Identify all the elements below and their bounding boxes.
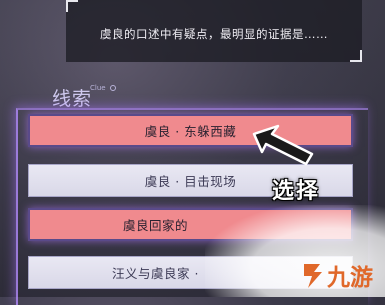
arrow-pointer-icon [252,124,314,166]
clue-option-label: 虞良回家的 [122,218,188,233]
select-annotation-label: 选择 [272,179,321,204]
clue-option-label: 汪义与虞良家 · [112,266,199,281]
dialog-corner-top-left [66,0,78,12]
clue-option-label: 虞良 · 目击现场 [144,174,237,189]
dialog-text: 虞良的口述中有疑点，最明显的证据是…… [100,27,328,41]
watermark-text: 九游 [327,265,373,291]
clue-option-label: 虞良 · 东躲西藏 [144,124,237,139]
clue-dot-icon [110,85,116,91]
clue-heading: 线索 [52,88,93,110]
clue-subheading: Clue [90,84,106,92]
dialog-corner-bottom-right [350,50,362,62]
dialog-box: 虞良的口述中有疑点，最明显的证据是…… [66,0,362,62]
